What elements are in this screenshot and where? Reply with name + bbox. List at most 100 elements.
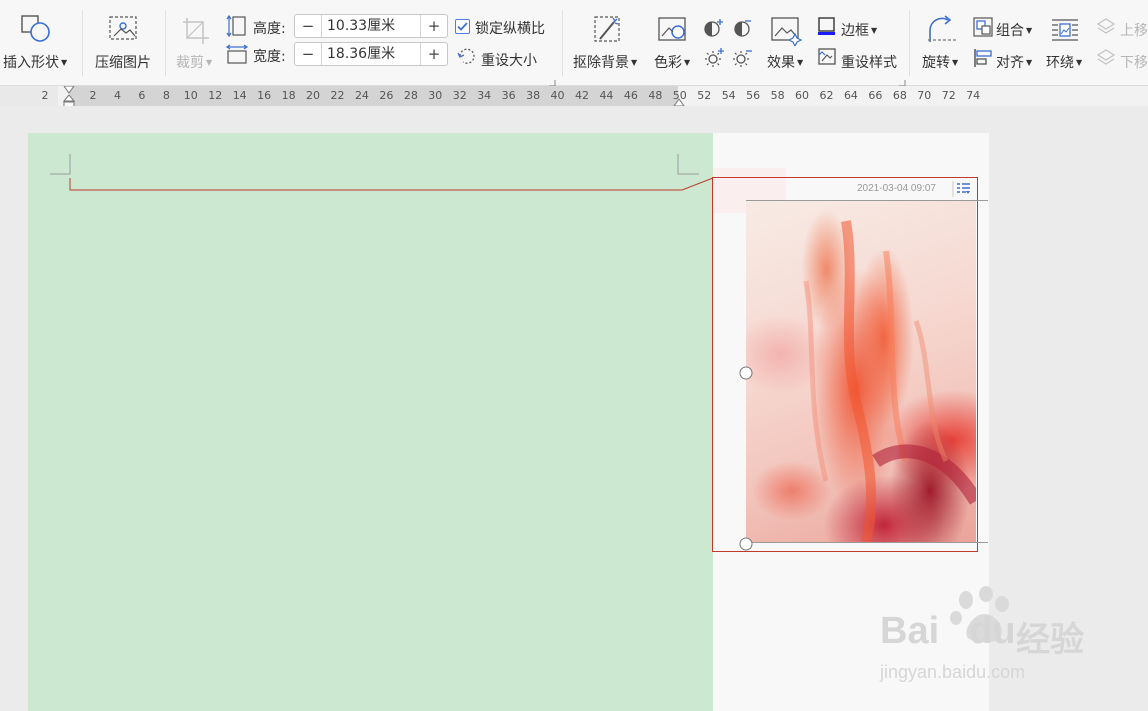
ruler-tick-label: 66	[868, 89, 883, 102]
brightness-up-icon[interactable]	[703, 47, 725, 73]
reset-size-icon[interactable]	[457, 47, 477, 71]
ruler-tick-label: 2	[41, 89, 49, 102]
crop-button[interactable]: 裁剪 ▼	[176, 52, 212, 72]
comment-timestamp: 2021-03-04 09:07	[857, 183, 936, 194]
magic-wand-icon[interactable]	[592, 14, 624, 50]
height-label: 高度:	[253, 21, 286, 37]
divider	[562, 10, 563, 76]
horizontal-ruler[interactable]: 2 2 4 6 8 10 12 14 16 18 20 22 24 26 28 30 32 34 36 38 40 42 4…	[0, 85, 1148, 109]
ruler-tick-label: 74	[966, 89, 981, 102]
watermark-cn: 经验	[1016, 620, 1084, 660]
page-body[interactable]	[28, 133, 713, 711]
border-button[interactable]: 边框 ▼	[841, 20, 877, 40]
brightness-increase-icon[interactable]	[703, 17, 725, 43]
width-input[interactable]: 18.36厘米	[321, 43, 421, 65]
insert-shape-icon[interactable]	[20, 14, 54, 48]
ruler-tick-label: 68	[892, 89, 907, 102]
color-label: 色彩	[654, 55, 682, 71]
ruler-tick-label: 12	[208, 89, 223, 102]
insert-shape-button[interactable]: 插入形状 ▼	[3, 52, 67, 72]
compress-picture-icon[interactable]	[108, 14, 140, 48]
rotate-button[interactable]: 旋转 ▼	[922, 52, 958, 72]
wrap-button[interactable]: 环绕 ▼	[1046, 52, 1082, 72]
divider	[82, 10, 83, 76]
contrast-decrease-icon[interactable]	[731, 17, 753, 43]
picture-color-icon[interactable]	[658, 16, 690, 48]
group-label: 组合	[996, 23, 1024, 39]
chevron-down-icon: ▼	[206, 58, 213, 67]
compress-picture-label: 压缩图片	[95, 55, 151, 71]
reset-size-button[interactable]: 重设大小	[481, 50, 537, 70]
width-stepper[interactable]: − 18.36厘米 +	[294, 42, 448, 66]
comment-bottom-line	[746, 542, 988, 543]
remove-background-button[interactable]: 抠除背景 ▼	[573, 52, 637, 72]
crop-label: 裁剪	[176, 55, 204, 71]
resize-handle-bottom-left[interactable]	[739, 536, 753, 555]
send-backward-button[interactable]: 下移	[1120, 52, 1148, 72]
text-wrap-icon[interactable]	[1050, 16, 1080, 48]
ruler-tick-label: 34	[477, 89, 492, 102]
bring-forward-icon[interactable]	[1096, 17, 1116, 41]
group-button[interactable]: 组合 ▼	[996, 20, 1032, 40]
ruler-tick-label: 14	[232, 89, 247, 102]
remove-background-label: 抠除背景	[573, 55, 629, 71]
ruler-tick-label: 2	[89, 89, 97, 102]
divider	[909, 10, 910, 76]
inserted-picture[interactable]	[746, 201, 976, 542]
rotate-icon[interactable]	[926, 14, 958, 50]
crop-icon[interactable]	[181, 16, 211, 50]
send-backward-icon[interactable]	[1096, 48, 1116, 72]
ruler-tick-label: 16	[257, 89, 272, 102]
height-input[interactable]: 10.33厘米	[321, 15, 421, 37]
ruler-tick-label: 52	[697, 89, 712, 102]
brightness-down-icon[interactable]	[731, 47, 753, 73]
chevron-down-icon: ▼	[797, 58, 804, 67]
ruler-tick-label: 70	[917, 89, 932, 102]
ruler-tick-label: 64	[843, 89, 858, 102]
picture-tools-ribbon: 插入形状 ▼ 压缩图片 裁剪 ▼ 高度: − 10.33厘米 + 宽度: − 18.…	[0, 0, 1148, 87]
rotate-label: 旋转	[922, 55, 950, 71]
chevron-down-icon: ▼	[1076, 58, 1083, 67]
height-stepper[interactable]: − 10.33厘米 +	[294, 14, 448, 38]
chevron-down-icon: ▼	[1026, 26, 1033, 35]
height-increase-button[interactable]: +	[421, 15, 447, 37]
effects-icon[interactable]	[771, 16, 803, 50]
ruler-tick-label: 46	[623, 89, 638, 102]
group-icon[interactable]	[972, 16, 994, 42]
ruler-tick-label: 42	[575, 89, 589, 102]
align-button[interactable]: 对齐 ▼	[996, 52, 1032, 72]
resize-handle-left[interactable]	[739, 365, 753, 384]
lock-ratio-label[interactable]: 锁定纵横比	[475, 18, 545, 38]
ruler-tick-label: 44	[599, 89, 614, 102]
effects-label: 效果	[767, 55, 795, 71]
compress-picture-button[interactable]: 压缩图片	[95, 52, 151, 72]
reset-style-icon[interactable]	[817, 47, 837, 71]
ruler-tick-label: 62	[819, 89, 834, 102]
ruler-tick-label: 38	[526, 89, 541, 102]
ruler-tick-label: 48	[648, 89, 663, 102]
reset-style-button[interactable]: 重设样式	[841, 52, 897, 72]
bring-forward-button[interactable]: 上移	[1120, 20, 1148, 40]
ruler-tick-label: 4	[113, 89, 121, 102]
comment-menu-icon[interactable]	[952, 181, 972, 201]
chevron-down-icon: ▼	[1026, 58, 1033, 67]
ruler-tick-label: 32	[452, 89, 467, 102]
effects-button[interactable]: 效果 ▼	[767, 52, 803, 72]
color-button[interactable]: 色彩 ▼	[654, 52, 690, 72]
align-label: 对齐	[996, 55, 1024, 71]
width-increase-button[interactable]: +	[421, 43, 447, 65]
ruler-tick-label: 20	[306, 89, 321, 102]
ruler-tick-label: 30	[428, 89, 443, 102]
width-decrease-button[interactable]: −	[295, 43, 321, 65]
ruler-tick-label: 56	[746, 89, 761, 102]
ruler-tick-label: 40	[550, 89, 565, 102]
insert-shape-label: 插入形状	[3, 55, 59, 71]
lock-ratio-checkbox[interactable]	[455, 19, 470, 34]
chevron-down-icon: ▼	[684, 58, 691, 67]
height-decrease-button[interactable]: −	[295, 15, 321, 37]
border-icon[interactable]	[817, 16, 837, 40]
chevron-down-icon: ▼	[952, 58, 959, 67]
align-icon[interactable]	[972, 47, 994, 73]
wrap-label: 环绕	[1046, 55, 1074, 71]
chevron-down-icon: ▼	[61, 58, 68, 67]
